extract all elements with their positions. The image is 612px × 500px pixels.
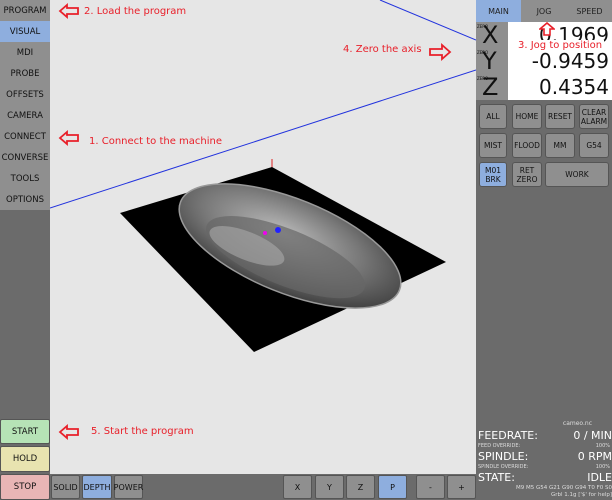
zero-label: ZERO (477, 50, 488, 55)
spindle-label: SPINDLE: (478, 450, 529, 463)
wcs-select[interactable]: G54 (579, 133, 609, 158)
view-x-button[interactable]: X (283, 475, 312, 499)
return-zero-button[interactable]: RET ZERO (512, 162, 542, 187)
solid-button[interactable]: SOLID (51, 475, 80, 499)
view-y-button[interactable]: Y (315, 475, 344, 499)
sidebar-item-program[interactable]: PROGRAM (0, 0, 50, 21)
arrow-up-icon (539, 22, 555, 36)
sidebar: PROGRAM VISUAL MDI PROBE OFFSETS CAMERA … (0, 0, 50, 500)
depth-button[interactable]: DEPTH (82, 475, 112, 499)
sidebar-item-offsets[interactable]: OFFSETS (0, 84, 50, 105)
firmware-version: Grbl 1.1g ['$' for help] (550, 492, 612, 498)
toolpath-render (50, 0, 476, 352)
arrow-left-icon (58, 3, 79, 19)
zero-label: ZERO (477, 24, 488, 29)
annotation-jog: 3. Jog to position (516, 40, 605, 51)
clear-alarm-button[interactable]: CLEAR ALARM (579, 104, 609, 129)
annotation-zero: 4. Zero the axis (343, 44, 422, 55)
tool-marker (263, 231, 267, 235)
loaded-file: cameo.nc (562, 420, 592, 427)
sidebar-item-mdi[interactable]: MDI (0, 42, 50, 63)
zero-label: ZERO (477, 76, 488, 81)
power-button[interactable]: POWER (114, 475, 143, 499)
zero-all-button[interactable]: ALL (479, 104, 507, 129)
view-p-button[interactable]: P (378, 475, 407, 499)
tab-main[interactable]: MAIN (476, 0, 521, 22)
feed-override-value: 100% (595, 443, 610, 449)
zoom-out-button[interactable]: - (416, 475, 445, 499)
dro-y: Y ZERO -0.9459 (476, 48, 612, 74)
sidebar-item-connect[interactable]: CONNECT (0, 126, 50, 147)
feedrate-value: 0 / MIN (573, 429, 612, 442)
home-button[interactable]: HOME (512, 104, 542, 129)
work-select[interactable]: WORK (545, 162, 609, 187)
zoom-in-button[interactable]: + (447, 475, 476, 499)
sidebar-item-visual[interactable]: VISUAL (0, 21, 50, 42)
spindle-override-label: SPINDLE OVERRIDE: (478, 464, 529, 470)
view-toolbar: SOLID DEPTH POWER X Y Z P - + (50, 474, 476, 500)
tab-jog[interactable]: JOG (521, 0, 567, 22)
arrow-left-icon (58, 130, 79, 146)
spindle-override-value: 100% (595, 464, 610, 470)
axis-line (379, 0, 476, 41)
state-value: IDLE (587, 471, 612, 484)
m01-break-button[interactable]: M01 BRK (479, 162, 507, 187)
sidebar-item-converse[interactable]: CONVERSE (0, 147, 50, 168)
reset-button[interactable]: RESET (545, 104, 575, 129)
dro-z: Z ZERO 0.4354 (476, 74, 612, 100)
tool-position (275, 227, 281, 233)
sidebar-item-options[interactable]: OPTIONS (0, 189, 50, 210)
dro-y-value: -0.9459 (508, 48, 612, 74)
flood-button[interactable]: FLOOD (512, 133, 542, 158)
view-z-button[interactable]: Z (346, 475, 375, 499)
stop-button[interactable]: STOP (0, 474, 50, 500)
feedrate-label: FEEDRATE: (478, 429, 538, 442)
tab-speed[interactable]: SPEED (567, 0, 612, 22)
sidebar-item-camera[interactable]: CAMERA (0, 105, 50, 126)
hold-button[interactable]: HOLD (0, 446, 50, 472)
start-button[interactable]: START (0, 419, 50, 444)
feed-override-label: FEED OVERRIDE: (478, 443, 521, 449)
annotation-start: 5. Start the program (91, 426, 194, 437)
units-select[interactable]: MM (545, 133, 575, 158)
modal-gcodes: M9 M5 G54 G21 G90 G94 T0 F0 S0 (515, 485, 612, 491)
mist-button[interactable]: MIST (479, 133, 507, 158)
control-panel: MAIN JOG SPEED X ZERO 0.1969 Y ZERO -0.9… (476, 0, 612, 500)
toolpath-viewport[interactable]: 2. Load the program 1. Connect to the ma… (50, 0, 476, 474)
annotation-load: 2. Load the program (84, 6, 187, 17)
sidebar-item-tools[interactable]: TOOLS (0, 168, 50, 189)
annotation-connect: 1. Connect to the machine (89, 136, 223, 147)
arrow-right-icon (429, 43, 452, 61)
arrow-left-icon (58, 424, 79, 440)
spindle-value: 0 RPM (577, 450, 612, 463)
dro-z-value: 0.4354 (508, 74, 612, 100)
state-label: STATE: (478, 471, 515, 484)
sidebar-item-probe[interactable]: PROBE (0, 63, 50, 84)
